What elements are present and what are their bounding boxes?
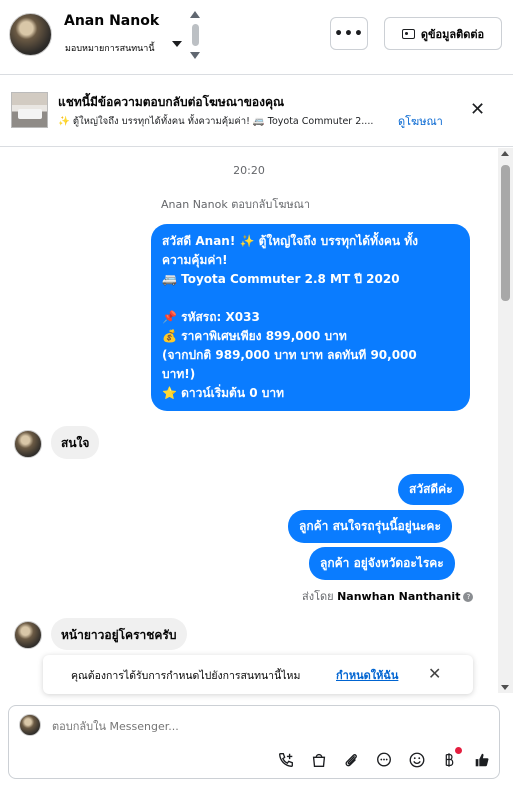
- composer-toolbar: [275, 747, 493, 772]
- outgoing-message[interactable]: ลูกค้า สนใจรถรุ่นนี้อยู่นะคะ: [288, 510, 452, 543]
- message-line: (จากปกติ 989,000 บาท บาท ลดทันที 90,000: [162, 348, 417, 362]
- reply-input[interactable]: [52, 720, 352, 733]
- scroll-thumb[interactable]: [501, 165, 510, 301]
- assign-to-me-link[interactable]: กำหนดให้ฉัน: [336, 666, 398, 684]
- assign-prompt: คุณต้องการได้รับการกำหนดไปยังการสนทนานี้…: [43, 655, 473, 694]
- conversation-header: Anan Nanok มอบหมายการสนทนานี้ ••• ดูข้อม…: [0, 0, 513, 75]
- contact-avatar[interactable]: [9, 13, 52, 56]
- more-options-button[interactable]: •••: [330, 17, 368, 50]
- contact-name[interactable]: Anan Nanok: [64, 13, 159, 29]
- info-icon[interactable]: ?: [463, 592, 474, 602]
- message-line: 📌 รหัสรถ: X033: [162, 310, 260, 324]
- ad-message-bubble[interactable]: สวัสดี Anan! ✨ ตู้ใหญ่ใจถึง บรรทุกได้ทั้…: [151, 224, 470, 411]
- view-ad-link[interactable]: ดูโฆษณา: [398, 112, 443, 130]
- thumbs-up-icon[interactable]: [471, 749, 493, 771]
- ad-banner-subtitle: ✨ ตู้ใหญ่ใจถึง บรรทุกได้ทั้งคน ทั้งความค…: [58, 116, 374, 127]
- outgoing-message[interactable]: สวัสดีค่ะ: [398, 474, 464, 505]
- scroll-up-arrow[interactable]: [501, 151, 509, 156]
- message-line: ⭐ ดาวน์เริ่มต้น 0 บาท: [162, 386, 285, 400]
- contact-avatar-small[interactable]: [14, 621, 42, 649]
- sent-by-prefix: ส่งโดย: [302, 590, 334, 603]
- arrow-up-icon[interactable]: [190, 11, 200, 18]
- message-line: บาท!): [162, 367, 196, 381]
- close-icon[interactable]: ✕: [470, 99, 485, 120]
- payment-icon[interactable]: [438, 747, 463, 771]
- incoming-message[interactable]: สนใจ: [51, 426, 100, 459]
- thread-scrollbar[interactable]: [498, 148, 513, 693]
- chevron-down-icon[interactable]: [172, 41, 182, 47]
- assign-prompt-text: คุณต้องการได้รับการกำหนดไปยังการสนทนานี้…: [71, 670, 301, 682]
- incoming-message[interactable]: หน้ายาวอยู่โคราชครับ: [51, 618, 187, 650]
- shopping-bag-icon[interactable]: [308, 749, 330, 771]
- assign-conversation-dropdown[interactable]: มอบหมายการสนทนานี้: [65, 41, 155, 55]
- attachment-icon[interactable]: [340, 749, 362, 771]
- view-contact-label: ดูข้อมูลติดต่อ: [420, 27, 485, 41]
- message-line: 💰 ราคาพิเศษเพียง 899,000 บาท: [162, 329, 347, 343]
- close-icon[interactable]: ✕: [428, 664, 441, 683]
- contact-card-icon: [401, 28, 415, 39]
- scroll-thumb[interactable]: [191, 24, 199, 46]
- contact-avatar-small[interactable]: [14, 430, 42, 458]
- message-composer: [8, 705, 500, 779]
- emoji-icon[interactable]: [406, 749, 428, 771]
- ad-banner-title: แชทนี้มีข้อความตอบกลับต่อโฆษณาของคุณ: [58, 95, 285, 109]
- outgoing-message[interactable]: ลูกค้า อยู่จังหวัดอะไรคะ: [309, 547, 455, 580]
- arrow-down-icon[interactable]: [190, 52, 200, 59]
- page-avatar: [19, 714, 41, 736]
- message-line: 🚐 Toyota Commuter 2.8 MT ปี 2020: [162, 272, 400, 286]
- message-timestamp: 20:20: [233, 164, 265, 177]
- sent-by-note: ส่งโดย Nanwhan Nanthanit?: [302, 587, 474, 605]
- notification-dot: [455, 747, 463, 754]
- message-line: สวัสดี Anan! ✨ ตู้ใหญ่ใจถึง บรรทุกได้ทั้…: [162, 234, 419, 248]
- header-scroller[interactable]: [189, 11, 201, 59]
- scroll-down-arrow[interactable]: [501, 685, 509, 690]
- chat-bubble-icon[interactable]: [373, 749, 395, 771]
- ad-thumbnail[interactable]: [11, 92, 48, 128]
- add-call-icon[interactable]: [275, 749, 297, 771]
- more-icon: •••: [334, 25, 364, 42]
- sender-name: Nanwhan Nanthanit: [337, 590, 461, 603]
- ad-reply-banner: แชทนี้มีข้อความตอบกลับต่อโฆษณาของคุณ ✨ ต…: [0, 76, 513, 147]
- message-line: ความคุ้มค่า!: [162, 253, 228, 267]
- ad-reply-note: Anan Nanok ตอบกลับโฆษณา: [161, 198, 311, 211]
- message-line: [162, 289, 459, 308]
- view-contact-button[interactable]: ดูข้อมูลติดต่อ: [384, 17, 502, 50]
